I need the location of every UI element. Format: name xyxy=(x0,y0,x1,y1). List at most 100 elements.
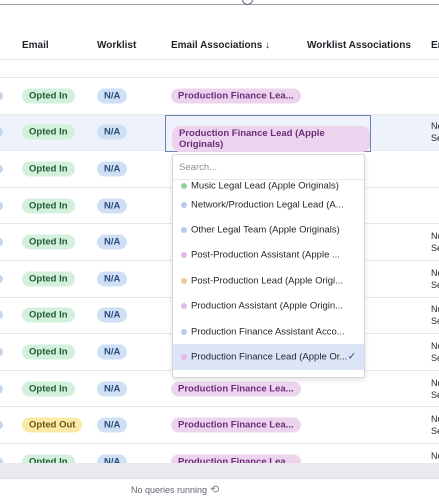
email-status-badge[interactable]: Opted In xyxy=(22,88,75,104)
dropdown-option[interactable]: Production Assistant (Apple Origin... xyxy=(173,294,364,319)
option-color-dot-icon xyxy=(181,328,187,335)
dropdown-option[interactable]: Other Legal Team (Apple Originals) xyxy=(173,217,364,242)
worklist-status-badge[interactable]: N/A xyxy=(97,381,128,397)
worklist-status-badge[interactable]: N/A xyxy=(97,307,128,323)
last-column-cell: NoSe xyxy=(431,340,439,364)
email-status-badge[interactable]: Opted In xyxy=(22,307,75,323)
worklist-status-badge[interactable]: N/A xyxy=(97,234,128,250)
email-association-tag[interactable]: Production Finance Lea... xyxy=(171,417,301,433)
option-color-dot-icon xyxy=(181,201,187,208)
dropdown-option[interactable]: Production Finance Lead (Apple Or... ✓ xyxy=(173,344,364,370)
header-email[interactable]: Email xyxy=(22,40,49,51)
header-last[interactable]: Er xyxy=(431,40,439,51)
header-email-associations-label: Email Associations xyxy=(171,40,263,51)
option-color-dot-icon xyxy=(181,252,187,259)
dropdown-option[interactable]: Network/Production Legal Lead (A... xyxy=(173,192,364,217)
horizontal-scrollbar[interactable] xyxy=(0,0,439,7)
email-status-badge[interactable]: Opted In xyxy=(22,381,75,397)
last-column-line: Se xyxy=(431,389,439,400)
option-color-dot-icon xyxy=(181,227,187,234)
last-column-line: Se xyxy=(431,352,439,363)
scroll-track xyxy=(0,4,439,5)
email-status-badge[interactable]: Opted In xyxy=(22,344,75,360)
option-label: Other Legal Team (Apple Originals) xyxy=(191,224,340,236)
dropdown-search-input[interactable] xyxy=(179,160,357,175)
selected-association-tag[interactable]: Production Finance Lead (Apple Originals… xyxy=(172,126,370,152)
worklist-status-badge[interactable]: N/A xyxy=(97,88,128,104)
option-label: Post-Production Lead (Apple Origi... xyxy=(191,275,344,287)
option-label: Production Assistant (Apple Origin... xyxy=(191,300,344,312)
email-association-tag[interactable]: Production Finance Lea... xyxy=(171,454,301,463)
header-worklist[interactable]: Worklist xyxy=(97,40,136,51)
email-association-tag[interactable]: Production Finance Lea... xyxy=(171,381,301,397)
dropdown-option[interactable]: Music Legal Lead (Apple Originals) xyxy=(173,180,364,192)
worklist-status-badge[interactable]: N/A xyxy=(97,344,128,360)
email-associations-editor[interactable]: Production Finance Lead (Apple Originals… xyxy=(165,115,371,152)
last-column-cell: NoSe xyxy=(431,303,439,327)
email-status-badge[interactable]: Opted Out xyxy=(22,417,83,433)
row-select-indicator[interactable] xyxy=(0,127,3,137)
sort-desc-icon: ↓ xyxy=(265,40,271,51)
worklist-status-badge[interactable]: N/A xyxy=(97,161,128,177)
table-row[interactable]: Opted In N/A Production Finance Lea... xyxy=(0,78,439,115)
email-status-badge[interactable]: Opted In xyxy=(22,454,75,463)
last-column-line: Se xyxy=(431,426,439,437)
last-column-line: No xyxy=(431,414,439,425)
email-status-badge[interactable]: Opted In xyxy=(22,124,75,140)
query-status: No queries running xyxy=(131,485,208,495)
last-column-line: No xyxy=(431,377,439,388)
last-column-line: No xyxy=(431,267,439,278)
row-select-indicator[interactable] xyxy=(0,310,3,320)
email-status-badge[interactable]: Opted In xyxy=(22,161,75,177)
row-select-indicator[interactable] xyxy=(0,420,3,430)
last-column-line: Se xyxy=(431,243,439,254)
worklist-status-badge[interactable]: N/A xyxy=(97,417,128,433)
row-select-indicator[interactable] xyxy=(0,201,3,211)
last-column-line: Se xyxy=(431,279,439,290)
last-column-cell: NoSe xyxy=(431,377,439,401)
last-column-line: Se xyxy=(431,316,439,327)
last-column-cell: NoSe xyxy=(431,413,439,437)
row-select-indicator[interactable] xyxy=(0,347,3,357)
row-select-indicator[interactable] xyxy=(0,237,3,247)
last-column-line: No xyxy=(431,450,439,461)
header-worklist-associations[interactable]: Worklist Associations xyxy=(307,40,411,51)
email-status-badge[interactable]: Opted In xyxy=(22,198,75,214)
last-column-line: Se xyxy=(431,133,439,144)
row-select-indicator[interactable] xyxy=(0,384,3,394)
last-column-line: No xyxy=(431,304,439,315)
table-row[interactable]: Opted InN/AProduction Finance Lea... xyxy=(0,60,439,78)
worklist-status-badge[interactable]: N/A xyxy=(97,454,128,463)
option-color-dot-icon xyxy=(181,303,187,310)
option-color-dot-icon xyxy=(181,183,187,189)
last-column-line: No xyxy=(431,340,439,351)
worklist-status-badge[interactable]: N/A xyxy=(97,271,128,287)
dropdown-search xyxy=(173,155,364,180)
header-email-associations[interactable]: Email Associations ↓ xyxy=(171,40,270,51)
option-color-dot-icon xyxy=(181,277,187,284)
worklist-status-badge[interactable]: N/A xyxy=(97,198,128,214)
dropdown-option[interactable]: Post-Production Assistant (Apple ... xyxy=(173,243,364,268)
option-label: Post-Production Assistant (Apple ... xyxy=(191,249,340,261)
row-select-indicator[interactable] xyxy=(0,274,3,284)
option-color-dot-icon xyxy=(181,354,187,361)
status-bar: No queries running ⟲ xyxy=(0,478,439,500)
last-column-line: No xyxy=(431,231,439,242)
row-select-indicator[interactable] xyxy=(0,164,3,174)
table-row[interactable]: Opted Out N/A Production Finance Lea... NoS… xyxy=(0,407,439,444)
refresh-icon[interactable]: ⟲ xyxy=(210,483,219,496)
worklist-status-badge[interactable]: N/A xyxy=(97,124,128,140)
row-select-indicator[interactable] xyxy=(0,91,3,101)
check-icon: ✓ xyxy=(347,351,356,363)
dropdown-option[interactable]: Post-Production Lead (Apple Origi... xyxy=(173,268,364,293)
email-association-tag[interactable]: Production Finance Lea... xyxy=(171,88,301,104)
option-label: Production Finance Assistant Acco... xyxy=(191,326,345,338)
footer-divider xyxy=(0,463,439,478)
email-status-badge[interactable]: Opted In xyxy=(22,234,75,250)
option-label: Music Legal Lead (Apple Originals) xyxy=(191,180,339,192)
table-row[interactable]: Opted In N/A Production Finance Lea... NoSe xyxy=(0,443,439,463)
table-header: Email Worklist Email Associations ↓ Work… xyxy=(0,30,439,60)
last-column-cell: NoSe xyxy=(431,230,439,254)
dropdown-option[interactable]: Production Finance Assistant Acco... xyxy=(173,319,364,344)
email-status-badge[interactable]: Opted In xyxy=(22,271,75,287)
